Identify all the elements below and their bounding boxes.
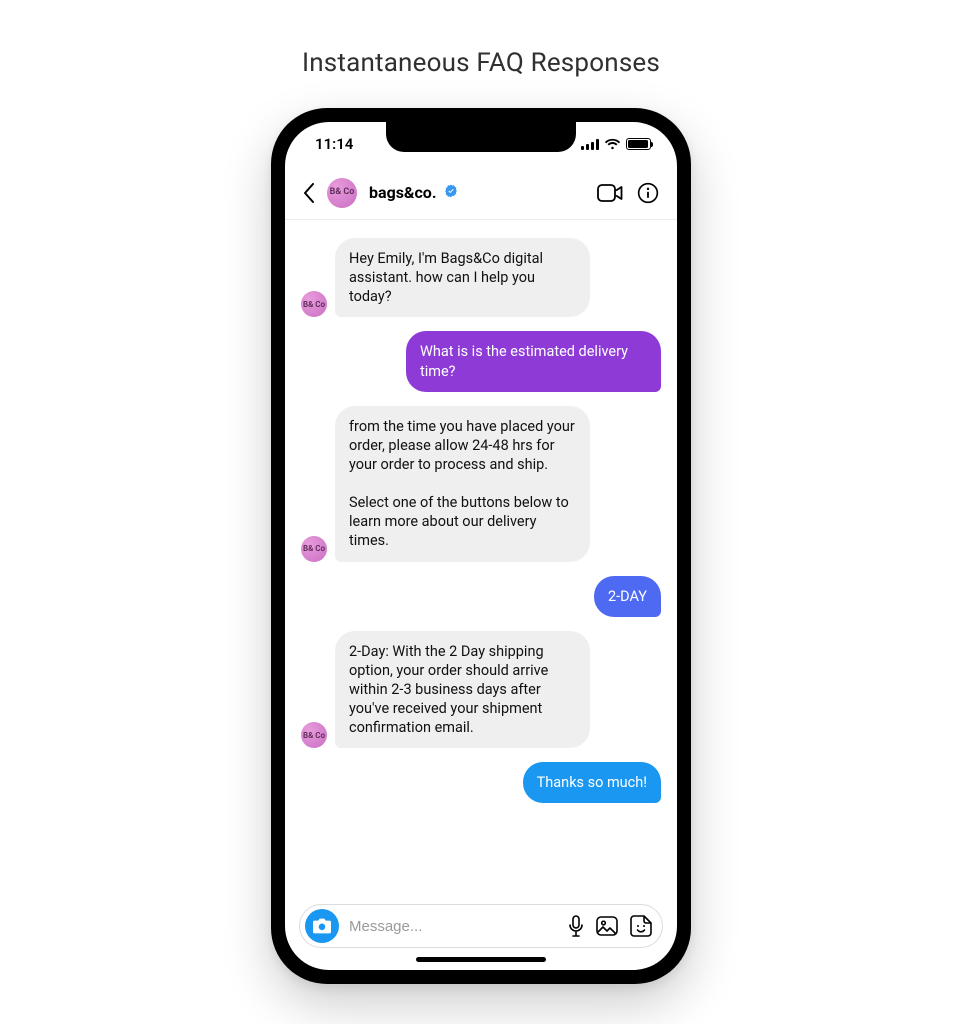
- wifi-icon: [604, 138, 621, 150]
- phone-notch: [386, 122, 576, 152]
- battery-icon: [626, 138, 651, 150]
- outgoing-message-row: What is is the estimated delivery time?: [301, 331, 661, 391]
- status-icons: [581, 138, 651, 150]
- composer-inner: [299, 904, 663, 948]
- chat-header-actions: [597, 182, 659, 204]
- phone-screen: 11:14 B& Co bags&co.: [285, 122, 677, 970]
- message-bubble[interactable]: 2-Day: With the 2 Day shipping option, y…: [335, 631, 590, 749]
- message-input[interactable]: [349, 918, 558, 935]
- phone-frame: 11:14 B& Co bags&co.: [271, 108, 691, 984]
- microphone-button[interactable]: [568, 915, 584, 937]
- outgoing-message-row: Thanks so much!: [301, 762, 661, 803]
- message-avatar[interactable]: B& Co: [301, 722, 327, 748]
- chat-header: B& Co bags&co.: [285, 166, 677, 220]
- composer-actions: [568, 915, 652, 937]
- back-button[interactable]: [303, 183, 315, 203]
- incoming-message-row: B& Co 2-Day: With the 2 Day shipping opti…: [301, 631, 661, 749]
- message-bubble[interactable]: Thanks so much!: [523, 762, 661, 803]
- sticker-button[interactable]: [630, 915, 652, 937]
- verified-badge-icon: [444, 184, 458, 198]
- chat-title-wrap[interactable]: bags&co.: [369, 183, 458, 202]
- chat-title: bags&co.: [369, 183, 436, 202]
- gallery-button[interactable]: [596, 916, 618, 936]
- info-button[interactable]: [637, 182, 659, 204]
- message-bubble[interactable]: What is is the estimated delivery time?: [406, 331, 661, 391]
- phone-mockup: 11:14 B& Co bags&co.: [271, 108, 691, 984]
- message-bubble[interactable]: from the time you have placed your order…: [335, 406, 590, 562]
- incoming-message-row: B& Co Hey Emily, I'm Bags&Co digital assi…: [301, 238, 661, 317]
- message-bubble[interactable]: Hey Emily, I'm Bags&Co digital assistant…: [335, 238, 590, 317]
- messages-scroll[interactable]: B& Co Hey Emily, I'm Bags&Co digital assi…: [285, 220, 677, 894]
- page-title: Instantaneous FAQ Responses: [0, 0, 962, 78]
- message-bubble[interactable]: 2-DAY: [594, 576, 661, 617]
- cellular-signal-icon: [581, 139, 599, 150]
- chat-avatar[interactable]: B& Co: [327, 178, 357, 208]
- outgoing-message-row: 2-DAY: [301, 576, 661, 617]
- video-call-button[interactable]: [597, 184, 623, 202]
- home-indicator: [416, 957, 546, 962]
- message-avatar[interactable]: B& Co: [301, 536, 327, 562]
- incoming-message-row: B& Co from the time you have placed your …: [301, 406, 661, 562]
- camera-button[interactable]: [305, 909, 339, 943]
- status-time: 11:14: [315, 135, 353, 153]
- message-avatar[interactable]: B& Co: [301, 291, 327, 317]
